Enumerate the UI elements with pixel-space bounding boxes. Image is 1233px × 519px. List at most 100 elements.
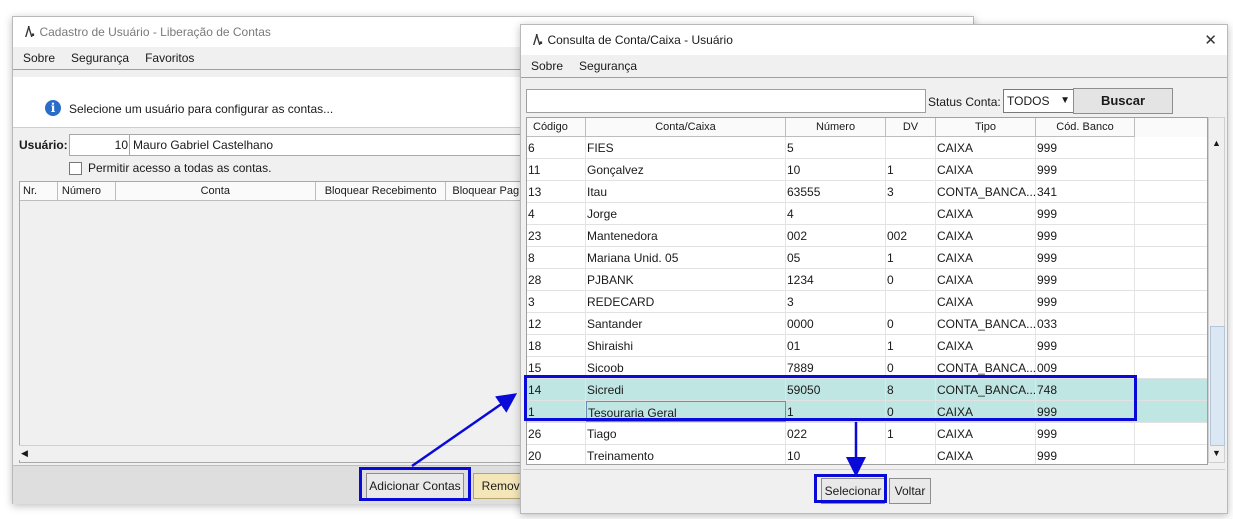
consulta-conta-window: /\. Consulta de Conta/Caixa - Usuário ✕ … — [520, 24, 1228, 514]
result-row[interactable]: 12 Santander 0000 0 CONTA_BANCA... 033 — [527, 313, 1207, 335]
cell-conta-caixa: PJBANK — [586, 269, 786, 290]
result-row[interactable]: 11 Gonçalvez 10 1 CAIXA 999 — [527, 159, 1207, 181]
cell-numero: 0000 — [786, 313, 886, 334]
cell-cod-banco: 999 — [1036, 137, 1135, 158]
result-row[interactable]: 20 Treinamento 10 CAIXA 999 — [527, 445, 1207, 464]
col-tipo[interactable]: Tipo — [936, 118, 1036, 137]
cell-cod-banco: 999 — [1036, 335, 1135, 356]
usuario-label: Usuário: — [19, 138, 68, 152]
cell-dv — [886, 137, 936, 158]
cell-cod-banco: 999 — [1036, 423, 1135, 444]
cell-codigo: 26 — [527, 423, 586, 444]
adicionar-highlight-box — [359, 467, 471, 501]
result-row[interactable]: 3 REDECARD 3 CAIXA 999 — [527, 291, 1207, 313]
cell-codigo: 18 — [527, 335, 586, 356]
menu-sobre[interactable]: Sobre — [23, 51, 55, 65]
search-input[interactable] — [526, 89, 926, 113]
result-row[interactable]: 26 Tiago 022 1 CAIXA 999 — [527, 423, 1207, 445]
permitir-label: Permitir acesso a todas as contas. — [88, 161, 272, 175]
cell-cod-banco: 999 — [1036, 225, 1135, 246]
cell-dv — [886, 291, 936, 312]
cell-numero: 10 — [786, 159, 886, 180]
col-conta-caixa[interactable]: Conta/Caixa — [586, 118, 786, 137]
cell-dv: 1 — [886, 159, 936, 180]
cell-cod-banco: 999 — [1036, 291, 1135, 312]
usuario-name-field[interactable]: Mauro Gabriel Castelhano — [129, 134, 534, 156]
result-row[interactable]: 23 Mantenedora 002 002 CAIXA 999 — [527, 225, 1207, 247]
selected-rows-highlight-box — [524, 375, 1137, 421]
menu-favoritos[interactable]: Favoritos — [145, 51, 194, 65]
buscar-button[interactable]: Buscar — [1073, 88, 1173, 114]
result-vscrollbar[interactable]: ▲ ▼ — [1208, 117, 1225, 463]
cell-codigo: 11 — [527, 159, 586, 180]
contas-grid-header: Nr. Número Conta Bloquear Recebimento Bl… — [20, 182, 560, 201]
cell-tipo: CONTA_BANCA... — [936, 181, 1036, 202]
cell-conta-caixa: Tiago — [586, 423, 786, 444]
selecionar-highlight-box — [814, 474, 887, 503]
scroll-down-icon[interactable]: ▼ — [1212, 448, 1221, 458]
cell-cod-banco: 999 — [1036, 445, 1135, 464]
cell-numero: 01 — [786, 335, 886, 356]
col-nr[interactable]: Nr. — [20, 182, 58, 200]
result-row[interactable]: 8 Mariana Unid. 05 05 1 CAIXA 999 — [527, 247, 1207, 269]
menu-sobre[interactable]: Sobre — [531, 59, 563, 73]
cell-numero: 05 — [786, 247, 886, 268]
cell-conta-caixa: Mantenedora — [586, 225, 786, 246]
cell-dv: 3 — [886, 181, 936, 202]
menu-seguranca[interactable]: Segurança — [579, 59, 637, 73]
cell-codigo: 20 — [527, 445, 586, 464]
status-conta-select[interactable]: TODOS ▼ — [1003, 89, 1074, 113]
cell-conta-caixa: Santander — [586, 313, 786, 334]
col-numero[interactable]: Número — [786, 118, 886, 137]
cell-conta-caixa: Jorge — [586, 203, 786, 224]
status-conta-label: Status Conta: — [928, 95, 1001, 109]
contas-hscrollbar[interactable]: ◀ — [19, 445, 559, 460]
left-window-title: Cadastro de Usuário - Liberação de Conta… — [39, 25, 271, 39]
scroll-left-icon[interactable]: ◀ — [21, 448, 28, 459]
permitir-row[interactable]: Permitir acesso a todas as contas. — [69, 161, 271, 175]
close-icon[interactable]: ✕ — [1204, 31, 1217, 49]
right-titlebar: /\. Consulta de Conta/Caixa - Usuário ✕ — [521, 25, 1227, 55]
col-bloquear-recebimento[interactable]: Bloquear Recebimento — [316, 182, 447, 200]
info-text: Selecione um usuário para configurar as … — [69, 102, 334, 116]
status-conta-value: TODOS — [1007, 94, 1050, 108]
cell-codigo: 12 — [527, 313, 586, 334]
cell-conta-caixa: Treinamento — [586, 445, 786, 464]
cell-conta-caixa: REDECARD — [586, 291, 786, 312]
col-dv[interactable]: DV — [886, 118, 936, 137]
result-row[interactable]: 6 FIES 5 CAIXA 999 — [527, 137, 1207, 159]
voltar-button[interactable]: Voltar — [889, 478, 931, 504]
cell-codigo: 23 — [527, 225, 586, 246]
cell-numero: 4 — [786, 203, 886, 224]
cell-conta-caixa: FIES — [586, 137, 786, 158]
cell-dv: 1 — [886, 335, 936, 356]
result-row[interactable]: 28 PJBANK 1234 0 CAIXA 999 — [527, 269, 1207, 291]
cell-cod-banco: 033 — [1036, 313, 1135, 334]
cell-tipo: CAIXA — [936, 225, 1036, 246]
cell-numero: 63555 — [786, 181, 886, 202]
contas-grid[interactable]: Nr. Número Conta Bloquear Recebimento Bl… — [19, 181, 561, 463]
permitir-checkbox[interactable] — [69, 161, 82, 175]
cell-dv: 0 — [886, 269, 936, 290]
col-numero[interactable]: Número — [58, 182, 116, 200]
result-row[interactable]: 13 Itau 63555 3 CONTA_BANCA... 341 — [527, 181, 1207, 203]
result-row[interactable]: 18 Shiraishi 01 1 CAIXA 999 — [527, 335, 1207, 357]
scroll-thumb[interactable] — [1210, 326, 1225, 446]
cell-numero: 022 — [786, 423, 886, 444]
usuario-id-field[interactable]: 10 — [69, 134, 131, 156]
scroll-up-icon[interactable]: ▲ — [1212, 138, 1221, 148]
cell-tipo: CAIXA — [936, 423, 1036, 444]
cell-cod-banco: 341 — [1036, 181, 1135, 202]
cell-numero: 5 — [786, 137, 886, 158]
col-codigo[interactable]: Código — [527, 118, 586, 137]
cell-codigo: 6 — [527, 137, 586, 158]
cell-codigo: 4 — [527, 203, 586, 224]
app-logo-icon: /\. — [533, 32, 544, 48]
col-cod-banco[interactable]: Cód. Banco — [1036, 118, 1135, 137]
cell-codigo: 13 — [527, 181, 586, 202]
menu-seguranca[interactable]: Segurança — [71, 51, 129, 65]
result-row[interactable]: 4 Jorge 4 CAIXA 999 — [527, 203, 1207, 225]
cell-dv — [886, 203, 936, 224]
cell-cod-banco: 999 — [1036, 203, 1135, 224]
col-conta[interactable]: Conta — [116, 182, 316, 200]
